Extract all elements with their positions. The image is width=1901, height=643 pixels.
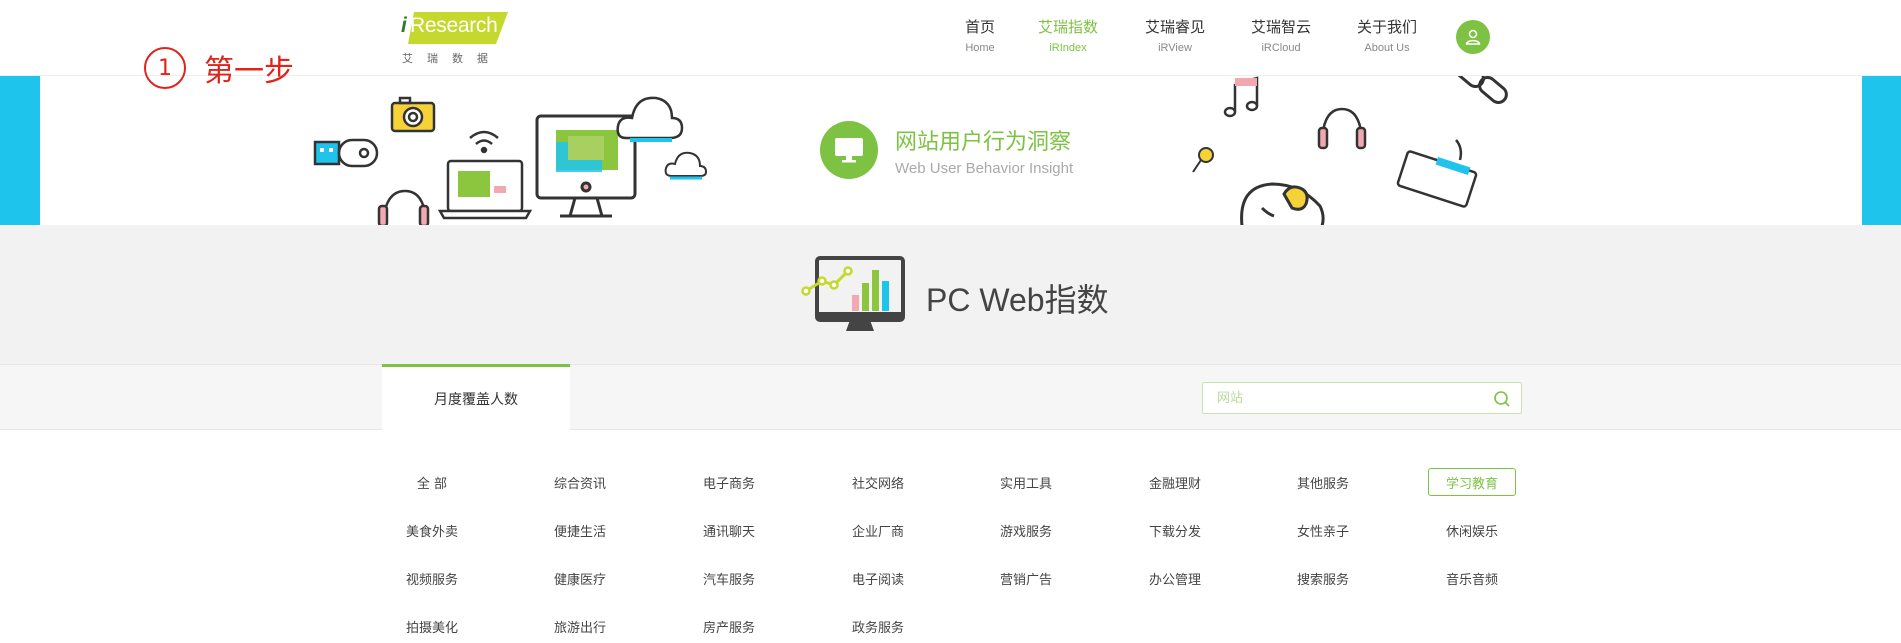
monitor-icon bbox=[835, 138, 863, 163]
cloud-icon bbox=[616, 96, 684, 142]
microphone-icon bbox=[1192, 147, 1214, 173]
category-item[interactable]: 休闲娱乐 bbox=[1422, 516, 1522, 544]
nav-irindex[interactable]: 艾瑞指数 iRIndex bbox=[1038, 16, 1098, 54]
category-item[interactable]: 全 部 bbox=[382, 468, 482, 496]
banner-title: 网站用户行为洞察 bbox=[895, 129, 1072, 155]
nav-ircloud[interactable]: 艾瑞智云 iRCloud bbox=[1251, 16, 1311, 54]
hero-banner: 网站用户行为洞察 Web User Behavior Insight bbox=[0, 75, 1901, 226]
headphones-icon bbox=[377, 189, 430, 226]
tab-monthly-coverage[interactable]: 月度覆盖人数 bbox=[382, 364, 570, 431]
product-title-section: PC Web指数 bbox=[0, 225, 1901, 365]
logo-i: i bbox=[401, 14, 407, 37]
category-item[interactable]: 其他服务 bbox=[1273, 468, 1373, 496]
category-item[interactable]: 拍摄美化 bbox=[382, 612, 482, 640]
laptop-icon bbox=[437, 159, 533, 220]
category-item[interactable]: 汽车服务 bbox=[679, 564, 779, 592]
nav-about-us[interactable]: 关于我们 About Us bbox=[1357, 16, 1417, 54]
nav-label: 关于我们 bbox=[1357, 18, 1418, 36]
category-item[interactable]: 搜索服务 bbox=[1273, 564, 1373, 592]
category-item[interactable]: 政务服务 bbox=[828, 612, 928, 640]
category-item[interactable]: 学习教育 bbox=[1428, 468, 1516, 496]
category-item[interactable]: 金融理财 bbox=[1125, 468, 1225, 496]
wifi-icon bbox=[469, 130, 499, 154]
nav-label: 艾瑞智云 bbox=[1251, 18, 1312, 36]
category-item[interactable]: 健康医疗 bbox=[530, 564, 630, 592]
nav-sublabel: iRView bbox=[1158, 42, 1192, 54]
nav-sublabel: iRCloud bbox=[1261, 42, 1301, 54]
nav-label: 首页 bbox=[965, 18, 996, 36]
nav-sublabel: Home bbox=[965, 42, 995, 54]
step-label: 第一步 bbox=[204, 54, 294, 89]
music-note-icon bbox=[1223, 76, 1259, 118]
banner-subtitle: Web User Behavior Insight bbox=[895, 159, 1074, 177]
page-title: PC Web指数 bbox=[926, 282, 1109, 318]
category-item[interactable]: 办公管理 bbox=[1125, 564, 1225, 592]
nav-sublabel: iRIndex bbox=[1049, 42, 1087, 54]
category-item[interactable]: 房产服务 bbox=[679, 612, 779, 640]
camera-icon bbox=[390, 96, 436, 133]
chain-icon bbox=[1455, 76, 1508, 104]
usb-icon bbox=[313, 138, 379, 168]
nav-label: 艾瑞指数 bbox=[1038, 18, 1099, 36]
step-number: 1 bbox=[144, 47, 186, 89]
category-item[interactable]: 便捷生活 bbox=[530, 516, 630, 544]
category-item[interactable]: 旅游出行 bbox=[530, 612, 630, 640]
category-item[interactable]: 实用工具 bbox=[976, 468, 1076, 496]
nav-label: 艾瑞睿见 bbox=[1145, 18, 1206, 36]
category-item[interactable]: 女性亲子 bbox=[1273, 516, 1373, 544]
category-item[interactable]: 综合资讯 bbox=[530, 468, 630, 496]
logo[interactable]: i Research 艾瑞数据 bbox=[400, 10, 512, 66]
banner-text: 网站用户行为洞察 Web User Behavior Insight bbox=[895, 124, 1073, 177]
analytics-monitor-icon bbox=[801, 256, 905, 331]
step-annotation: 1 第一步 bbox=[144, 46, 294, 90]
mouse-icon bbox=[1240, 182, 1325, 226]
nav-home[interactable]: 首页 Home bbox=[965, 16, 995, 54]
category-item[interactable]: 电子阅读 bbox=[828, 564, 928, 592]
category-item[interactable]: 游戏服务 bbox=[976, 516, 1076, 544]
page: i Research 艾瑞数据 首页 Home 艾瑞指数 iRIndex 艾瑞睿… bbox=[0, 0, 1901, 643]
category-item[interactable]: 美食外卖 bbox=[382, 516, 482, 544]
category-item[interactable]: 营销广告 bbox=[976, 564, 1076, 592]
search-input[interactable] bbox=[1203, 383, 1483, 413]
user-button[interactable] bbox=[1456, 20, 1490, 54]
category-item[interactable]: 下载分发 bbox=[1125, 516, 1225, 544]
category-item[interactable]: 通讯聊天 bbox=[679, 516, 779, 544]
category-item[interactable]: 视频服务 bbox=[382, 564, 482, 592]
cloud-small-icon bbox=[664, 151, 708, 180]
nav-sublabel: About Us bbox=[1364, 42, 1410, 54]
banner-headline: 网站用户行为洞察 Web User Behavior Insight bbox=[820, 121, 1073, 179]
search-icon[interactable] bbox=[1493, 390, 1511, 408]
category-item[interactable]: 电子商务 bbox=[679, 468, 779, 496]
keyboard-icon bbox=[1396, 139, 1478, 208]
user-icon bbox=[1465, 29, 1481, 45]
category-item[interactable]: 社交网络 bbox=[828, 468, 928, 496]
nav-irview[interactable]: 艾瑞睿见 iRView bbox=[1145, 16, 1205, 54]
category-item[interactable]: 企业厂商 bbox=[828, 516, 928, 544]
logo-subtitle: 艾瑞数据 bbox=[402, 52, 502, 65]
headphones-right-icon bbox=[1317, 107, 1367, 150]
banner-badge bbox=[820, 121, 878, 179]
tab-bar: 月度覆盖人数 bbox=[0, 364, 1901, 431]
search-box bbox=[1202, 382, 1522, 414]
category-item[interactable]: 音乐音频 bbox=[1422, 564, 1522, 592]
logo-text: Research bbox=[410, 14, 498, 37]
